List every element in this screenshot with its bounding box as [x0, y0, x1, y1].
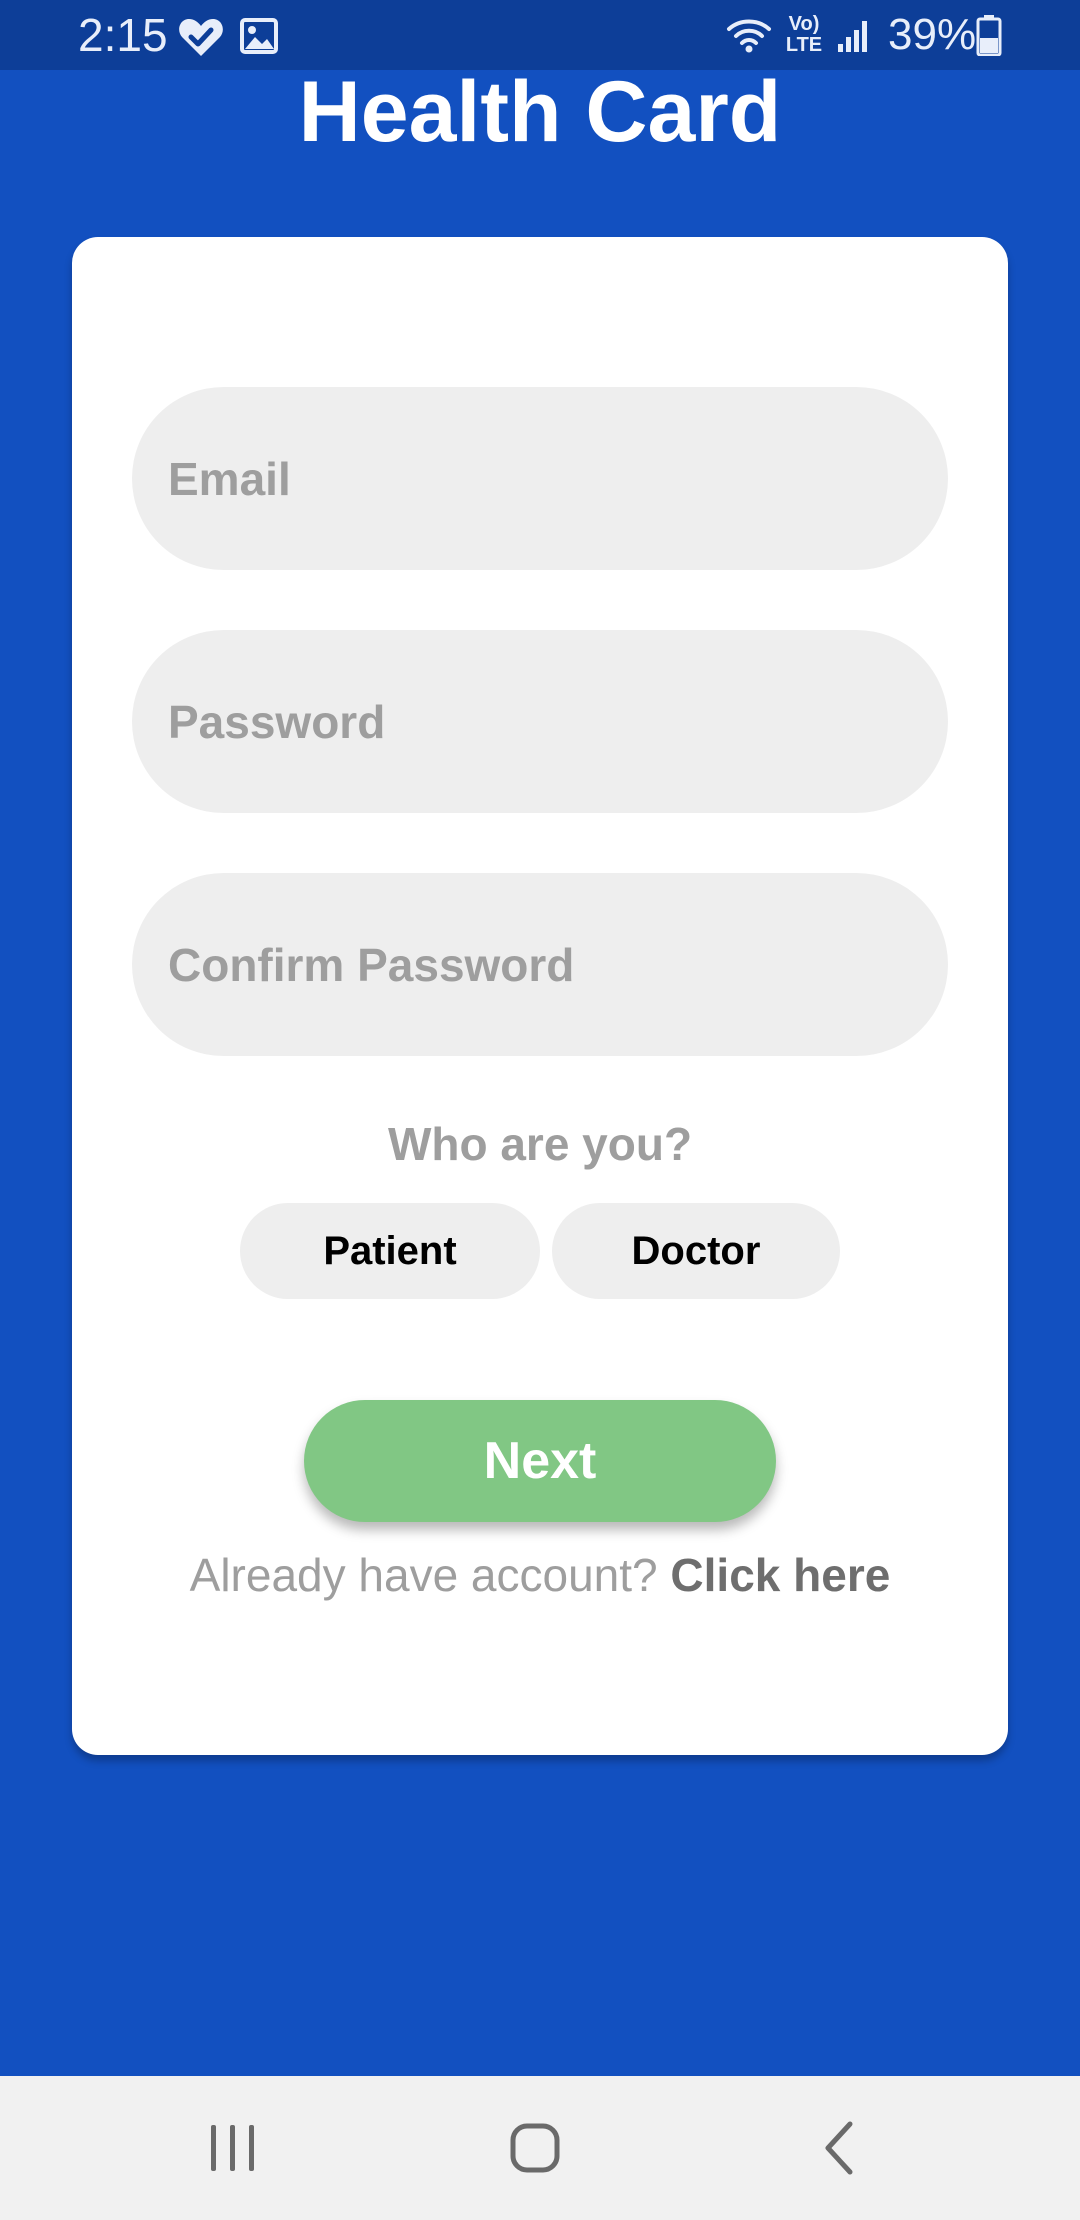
recents-icon: [211, 2125, 254, 2171]
signal-icon: [838, 21, 867, 52]
login-link[interactable]: Click here: [670, 1549, 890, 1601]
doctor-button[interactable]: Doctor: [552, 1203, 840, 1299]
status-bar: 2:15 Vo) LTE 39%: [0, 0, 1080, 70]
password-placeholder: Password: [168, 695, 386, 748]
battery-percent: 39%: [888, 10, 977, 59]
email-placeholder: Email: [168, 452, 291, 505]
back-button[interactable]: [768, 2098, 908, 2198]
wifi-icon: [727, 19, 771, 53]
image-icon: [240, 18, 278, 54]
who-are-you-label: Who are you?: [387, 1118, 693, 1170]
email-field[interactable]: Email: [132, 387, 948, 570]
login-prompt-text: Already have account?: [189, 1549, 658, 1601]
back-icon: [825, 2121, 853, 2175]
volte-label-line1: Vo): [788, 13, 820, 35]
home-icon: [510, 2123, 560, 2173]
home-button[interactable]: [465, 2098, 605, 2198]
app-title: Health Card: [298, 64, 782, 160]
login-prompt-line: Already have account? Click here: [72, 1547, 1008, 1603]
status-time: 2:15: [78, 9, 168, 61]
heart-check-icon: [179, 19, 223, 56]
confirm-password-placeholder: Confirm Password: [168, 938, 575, 991]
password-field[interactable]: Password: [132, 630, 948, 813]
battery-icon: [976, 15, 1002, 56]
next-button[interactable]: Next: [304, 1400, 776, 1522]
volte-label-line2: LTE: [785, 34, 823, 56]
navigation-bar: [0, 2076, 1080, 2220]
confirm-password-field[interactable]: Confirm Password: [132, 873, 948, 1056]
volte-icon: Vo) LTE: [784, 14, 824, 56]
recents-button[interactable]: [163, 2098, 303, 2198]
signup-card: Email Password Confirm Password Who are …: [72, 237, 1008, 1755]
patient-button[interactable]: Patient: [240, 1203, 540, 1299]
